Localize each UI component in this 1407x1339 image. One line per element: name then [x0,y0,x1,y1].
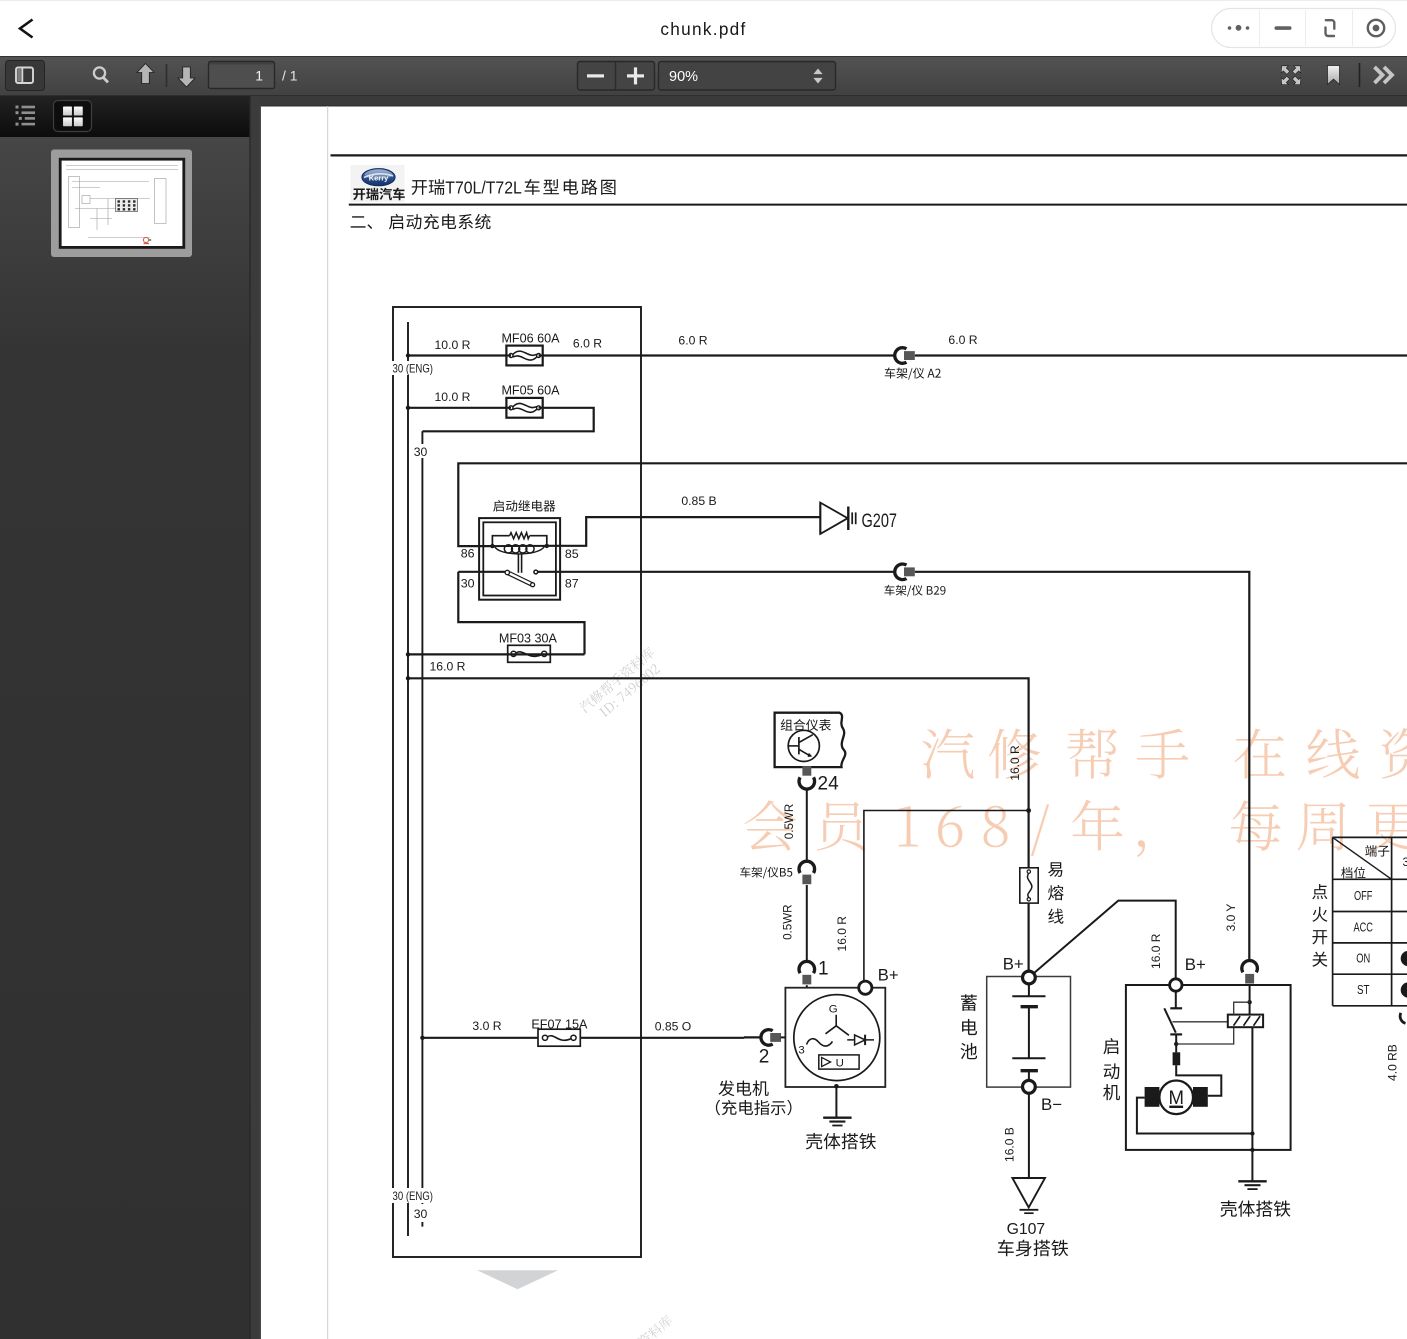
svg-text:0.85 B: 0.85 B [681,494,716,508]
svg-text:0.85 O: 0.85 O [655,1019,692,1033]
svg-text:G207: G207 [862,511,898,532]
svg-text:30: 30 [414,445,428,459]
svg-text:Kerry: Kerry [369,174,389,183]
svg-text:86: 86 [461,547,475,561]
svg-text:1: 1 [818,958,829,979]
svg-text:4.0 RB: 4.0 RB [1385,1044,1399,1081]
svg-text:0.5WR: 0.5WR [781,904,794,939]
svg-text:3.0 Y: 3.0 Y [1224,904,1238,932]
svg-text:16.0 R: 16.0 R [835,916,849,952]
svg-text:90%: 90% [669,69,698,85]
svg-text:G: G [829,1004,838,1016]
svg-text:MF06 60A: MF06 60A [501,331,560,345]
svg-text:3: 3 [1403,855,1407,869]
svg-text:EF07 15A: EF07 15A [531,1017,588,1031]
svg-text:T70L/T72L: T70L/T72L [445,178,522,198]
svg-text:6.0 R: 6.0 R [948,333,977,347]
svg-text:30 (ENG): 30 (ENG) [393,361,434,375]
svg-text:30: 30 [461,576,475,590]
svg-text:87: 87 [565,576,579,590]
svg-text:6.0 R: 6.0 R [573,336,602,350]
svg-text:B+: B+ [1185,955,1206,974]
svg-text:85: 85 [565,547,579,561]
svg-text:0.5WR: 0.5WR [783,804,796,839]
svg-text:U: U [836,1057,844,1069]
svg-text:ON: ON [1356,952,1370,966]
svg-text:B+: B+ [1003,954,1024,973]
svg-text:2: 2 [759,1047,770,1068]
svg-text:10.0 R: 10.0 R [435,338,471,352]
svg-text:3: 3 [798,1044,804,1056]
svg-text:10.0 R: 10.0 R [435,390,471,404]
svg-text:chunk.pdf: chunk.pdf [660,19,746,39]
svg-text:MF05 60A: MF05 60A [501,383,560,397]
svg-text:B+: B+ [878,965,899,984]
svg-text:3.0 R: 3.0 R [472,1019,501,1033]
svg-text:30: 30 [414,1207,428,1221]
svg-text:30 (ENG): 30 (ENG) [393,1189,434,1203]
svg-text:OFF: OFF [1354,889,1373,903]
svg-text:ST: ST [1357,983,1370,997]
svg-text:16.0 R: 16.0 R [1008,745,1022,781]
svg-text:/ 1: / 1 [282,68,298,84]
svg-text:6.0 R: 6.0 R [678,333,707,347]
svg-text:ACC: ACC [1353,920,1373,934]
svg-text:MF03 30A: MF03 30A [499,632,558,646]
svg-text:16.0 R: 16.0 R [430,659,466,673]
svg-text:24: 24 [818,774,840,795]
svg-text:1: 1 [255,68,263,84]
svg-text:16.0 R: 16.0 R [1149,933,1163,969]
svg-text:G107: G107 [1007,1221,1046,1238]
svg-text:16.0 B: 16.0 B [1003,1127,1017,1162]
svg-text:B−: B− [1041,1095,1062,1114]
